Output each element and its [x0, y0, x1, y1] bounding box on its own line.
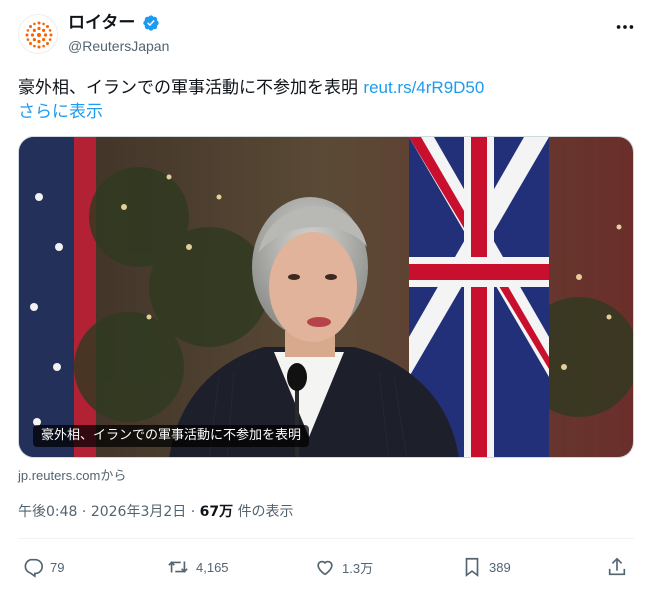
tweet-time[interactable]: 午後0:48 — [18, 504, 77, 520]
tweet-body: 豪外相、イランでの軍事活動に不参加を表明 — [18, 78, 358, 98]
display-name[interactable]: ロイター — [68, 12, 135, 34]
tweet-date[interactable]: 2026年3月2日 — [91, 504, 186, 520]
reply-count: 79 — [50, 559, 65, 575]
show-more-link[interactable]: さらに表示 — [18, 100, 103, 124]
heart-icon — [317, 560, 333, 576]
reply-button[interactable]: 79 — [22, 552, 64, 582]
tweet-header: ロイター @ReutersJapan — [18, 12, 638, 58]
share-icon — [608, 557, 626, 576]
reply-icon — [24, 558, 43, 578]
tweet-meta: 午後0:48 · 2026年3月2日 · 67万 件の表示 — [18, 501, 294, 521]
retweet-icon — [168, 561, 188, 573]
verified-badge-icon — [143, 15, 160, 31]
action-bar: 79 4,165 1.3万 389 — [18, 552, 634, 582]
divider — [18, 538, 634, 539]
more-options-icon[interactable] — [614, 16, 636, 38]
share-button[interactable] — [606, 552, 634, 582]
views-label: 件の表示 — [237, 504, 294, 520]
views-count: 67万 — [199, 504, 234, 520]
avatar[interactable] — [18, 14, 58, 54]
media-caption: 豪外相、イランでの軍事活動に不参加を表明 — [33, 425, 310, 447]
meta-separator: · — [81, 504, 87, 520]
media-card[interactable]: 豪外相、イランでの軍事活動に不参加を表明 — [18, 136, 634, 458]
retweet-button[interactable]: 4,165 — [166, 552, 229, 582]
account-handle[interactable]: @ReutersJapan — [68, 38, 169, 54]
bookmark-button[interactable]: 389 — [461, 552, 511, 582]
like-button[interactable]: 1.3万 — [314, 552, 373, 582]
tweet-link[interactable]: reut.rs/4rR9D50 — [363, 78, 484, 97]
retweet-count: 4,165 — [196, 559, 229, 575]
bookmark-count: 389 — [489, 559, 511, 575]
like-count: 1.3万 — [342, 560, 374, 576]
tweet-text: 豪外相、イランでの軍事活動に不参加を表明 reut.rs/4rR9D50 — [18, 76, 484, 100]
meta-separator-2: · — [190, 504, 196, 520]
account-names[interactable]: ロイター @ReutersJapan — [68, 12, 169, 54]
news-photo — [19, 137, 633, 457]
bookmark-icon — [465, 557, 479, 577]
link-source[interactable]: jp.reuters.comから — [18, 465, 126, 484]
reuters-logo-icon — [25, 21, 53, 49]
